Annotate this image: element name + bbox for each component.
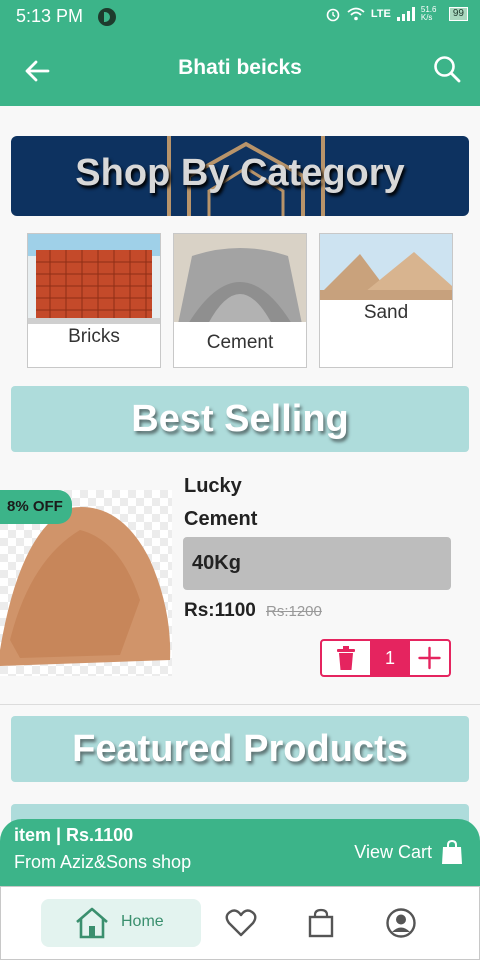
discount-badge: 8% OFF [0, 490, 72, 524]
wifi-icon [347, 7, 365, 21]
battery-icon: 99 [448, 7, 468, 21]
banner-title: Shop By Category [75, 152, 405, 194]
shopping-bag-icon[interactable] [305, 907, 337, 939]
section-title: Featured Products [72, 728, 408, 770]
category-label: Sand [363, 302, 409, 323]
best-selling-header: Best Selling [11, 386, 469, 452]
product-price: Rs:1100 [184, 600, 256, 621]
nav-home[interactable]: Home [41, 899, 201, 947]
heart-icon[interactable] [225, 907, 257, 939]
original-price: Rs:1200 [266, 603, 322, 620]
view-cart-button[interactable]: View Cart [354, 839, 464, 865]
cart-shop-name: From Aziz&Sons shop [14, 852, 192, 872]
network-type: LTE [370, 8, 391, 20]
search-icon[interactable] [432, 54, 462, 84]
bricks-image [28, 234, 160, 324]
home-icon [76, 907, 108, 939]
quantity-stepper: 1 [320, 639, 451, 677]
category-card-cement[interactable]: Cement [173, 233, 307, 368]
sand-image [320, 234, 452, 300]
featured-products-header: Featured Products [11, 716, 469, 782]
network-speed: 51.6 K/s [420, 5, 437, 22]
view-cart-label: View Cart [354, 841, 432, 862]
category-card-bricks[interactable]: Bricks [27, 233, 161, 368]
status-bar: 5:13 PM LTE 51.6 K/s 99 [0, 0, 480, 34]
cart-summary-bar[interactable]: item | Rs.1100 From Aziz&Sons shop View … [0, 819, 480, 887]
category-label: Cement [206, 332, 274, 353]
app-bar: Bhati beicks [0, 34, 480, 106]
alarm-icon [326, 8, 340, 22]
category-label: Bricks [68, 326, 120, 347]
quantity-value: 1 [370, 641, 410, 675]
section-title: Best Selling [131, 398, 349, 440]
cart-total: item | Rs.1100 [14, 825, 134, 845]
app-notification-icon [98, 8, 116, 26]
plus-icon[interactable] [410, 641, 449, 675]
bottom-nav: Home [0, 886, 480, 960]
divider [0, 704, 480, 705]
weight-select[interactable]: 40Kg [183, 537, 451, 590]
product-name[interactable]: Lucky Cement [184, 470, 304, 536]
page-title: Bhati beicks [178, 56, 302, 79]
category-banner: Shop By Category [11, 136, 469, 216]
nav-home-label: Home [121, 913, 164, 930]
signal-icon [396, 7, 415, 21]
status-time: 5:13 PM [16, 6, 84, 26]
status-icons: LTE 51.6 K/s 99 [325, 6, 468, 22]
profile-icon[interactable] [385, 907, 417, 939]
shopping-bag-icon [442, 839, 462, 864]
cement-image [174, 234, 306, 328]
category-card-sand[interactable]: Sand [319, 233, 453, 368]
trash-icon[interactable] [322, 641, 370, 675]
